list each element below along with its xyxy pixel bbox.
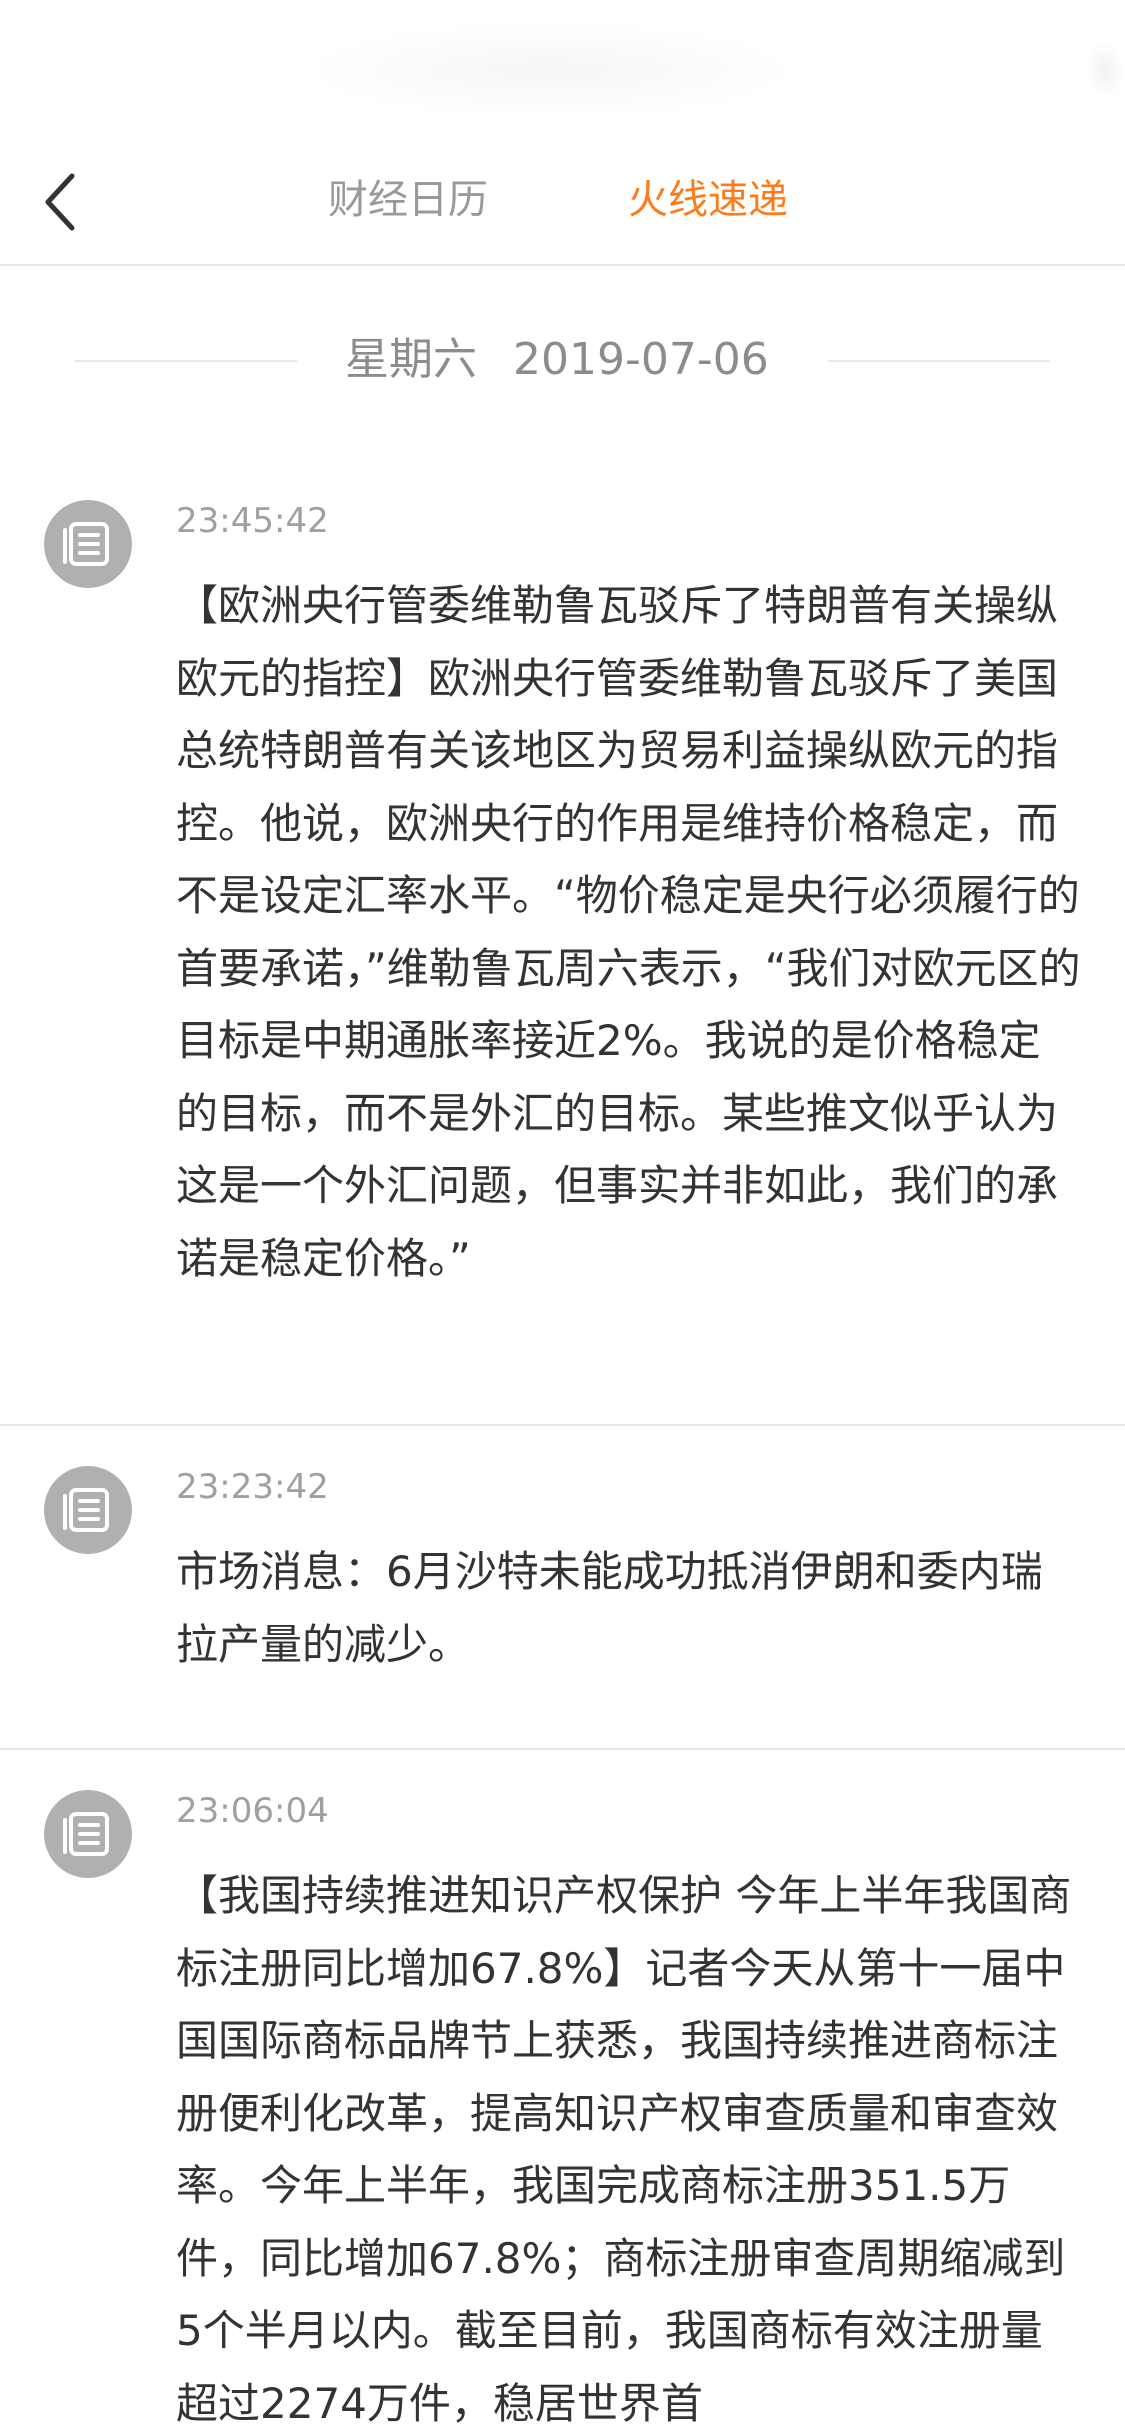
news-time: 23:23:42 [176, 1467, 329, 1507]
date-label: 星期六 2019-07-06 [345, 330, 769, 390]
status-blur [300, 20, 800, 120]
news-list-icon [44, 1790, 132, 1878]
news-list-icon [44, 500, 132, 588]
news-text: 【欧洲央行管委维勒鲁瓦驳斥了特朗普有关操纵欧元的指控】欧洲央行管委维勒鲁瓦驳斥了… [176, 581, 1081, 1283]
news-time: 23:06:04 [176, 1791, 329, 1831]
news-item[interactable]: 23:06:04 【我国持续推进知识产权保护 今年上半年我国商标注册同比增加67… [0, 1750, 1125, 2436]
status-blur-right [1085, 40, 1125, 100]
news-text: 【我国持续推进知识产权保护 今年上半年我国商标注册同比增加67.8%】记者今天从… [176, 1871, 1072, 2428]
date-header: 星期六 2019-07-06 [0, 320, 1125, 400]
status-bar [0, 0, 1125, 140]
news-list-icon [44, 1466, 132, 1554]
news-time: 23:45:42 [176, 501, 329, 541]
news-item[interactable]: 23:45:42 【欧洲央行管委维勒鲁瓦驳斥了特朗普有关操纵欧元的指控】欧洲央行… [0, 460, 1125, 1426]
date-value: 2019-07-06 [513, 334, 769, 385]
news-item[interactable]: 23:23:42 市场消息：6月沙特未能成功抵消伊朗和委内瑞拉产量的减少。 [0, 1426, 1125, 1750]
date-divider-right [828, 360, 1050, 362]
tab-flash-news[interactable]: 火线速递 [628, 172, 788, 228]
date-weekday: 星期六 [345, 334, 477, 385]
tab-finance-calendar[interactable]: 财经日历 [328, 172, 488, 228]
chevron-left-icon [30, 162, 110, 242]
back-button[interactable] [30, 162, 110, 242]
date-divider-left [75, 360, 297, 362]
nav-bar: 财经日历 火线速递 [0, 140, 1125, 266]
news-text: 市场消息：6月沙特未能成功抵消伊朗和委内瑞拉产量的减少。 [176, 1547, 1043, 1669]
